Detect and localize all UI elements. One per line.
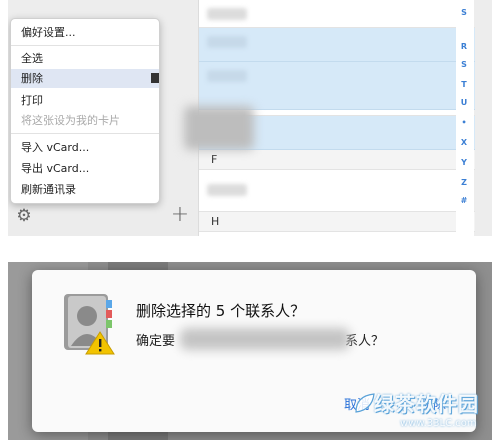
redaction-blur xyxy=(180,328,350,350)
section-header-f: F xyxy=(199,150,475,170)
contacts-window: F H S R S T U • X Y Z # ⚙ + 偏好设置... 全选 删… xyxy=(8,0,492,236)
menu-separator xyxy=(11,133,159,134)
menu-item-select-all[interactable]: 全选 xyxy=(11,49,159,68)
index-letter[interactable]: Y xyxy=(458,158,470,167)
plus-icon[interactable]: + xyxy=(170,204,190,226)
menu-separator xyxy=(11,45,159,46)
menu-item-print[interactable]: 打印 xyxy=(11,91,159,110)
contacts-app-icon xyxy=(64,294,115,355)
watermark-url: www.33LC.com xyxy=(400,418,477,429)
section-header-h: H xyxy=(199,212,475,232)
index-letter[interactable]: S xyxy=(458,8,470,17)
list-item[interactable] xyxy=(199,28,475,62)
index-letter[interactable]: T xyxy=(458,80,470,89)
index-letter[interactable]: U xyxy=(458,98,470,107)
menu-item-refresh-contacts[interactable]: 刷新通讯录 xyxy=(11,180,159,199)
menu-item-set-my-card: 将这张设为我的卡片 xyxy=(21,114,120,127)
index-letter[interactable]: # xyxy=(458,196,470,205)
index-letter[interactable]: X xyxy=(458,138,470,147)
index-letter[interactable]: Z xyxy=(458,178,470,187)
menu-item-import-vcard[interactable]: 导入 vCard... xyxy=(11,138,159,157)
dialog-message-end: 系人？ xyxy=(345,334,385,349)
alphabet-index[interactable]: S R S T U • X Y Z # xyxy=(456,0,474,236)
index-letter[interactable]: S xyxy=(458,60,470,69)
menu-item-delete[interactable]: 删除 xyxy=(11,69,159,88)
redaction-blur xyxy=(184,106,254,150)
settings-menu: 偏好设置... 全选 删除 打印 将这张设为我的卡片 导入 vCard... 导… xyxy=(10,18,160,204)
list-item[interactable] xyxy=(199,170,475,212)
dialog-message-start: 确定要 xyxy=(136,334,176,349)
list-item[interactable] xyxy=(199,0,475,28)
gear-icon[interactable]: ⚙ xyxy=(14,206,34,226)
mouse-cursor xyxy=(151,73,159,83)
watermark-text: 绿茶软件园 xyxy=(374,392,479,416)
menu-item-preferences[interactable]: 偏好设置... xyxy=(11,23,159,42)
index-letter[interactable]: R xyxy=(458,42,470,51)
index-letter[interactable]: • xyxy=(458,118,470,127)
menu-item-export-vcard[interactable]: 导出 vCard... xyxy=(11,159,159,178)
dialog-title: 删除选择的 5 个联系人？ xyxy=(136,302,306,320)
list-item[interactable] xyxy=(199,62,475,110)
watermark: 绿茶软件园 www.33LC.com xyxy=(352,380,500,440)
